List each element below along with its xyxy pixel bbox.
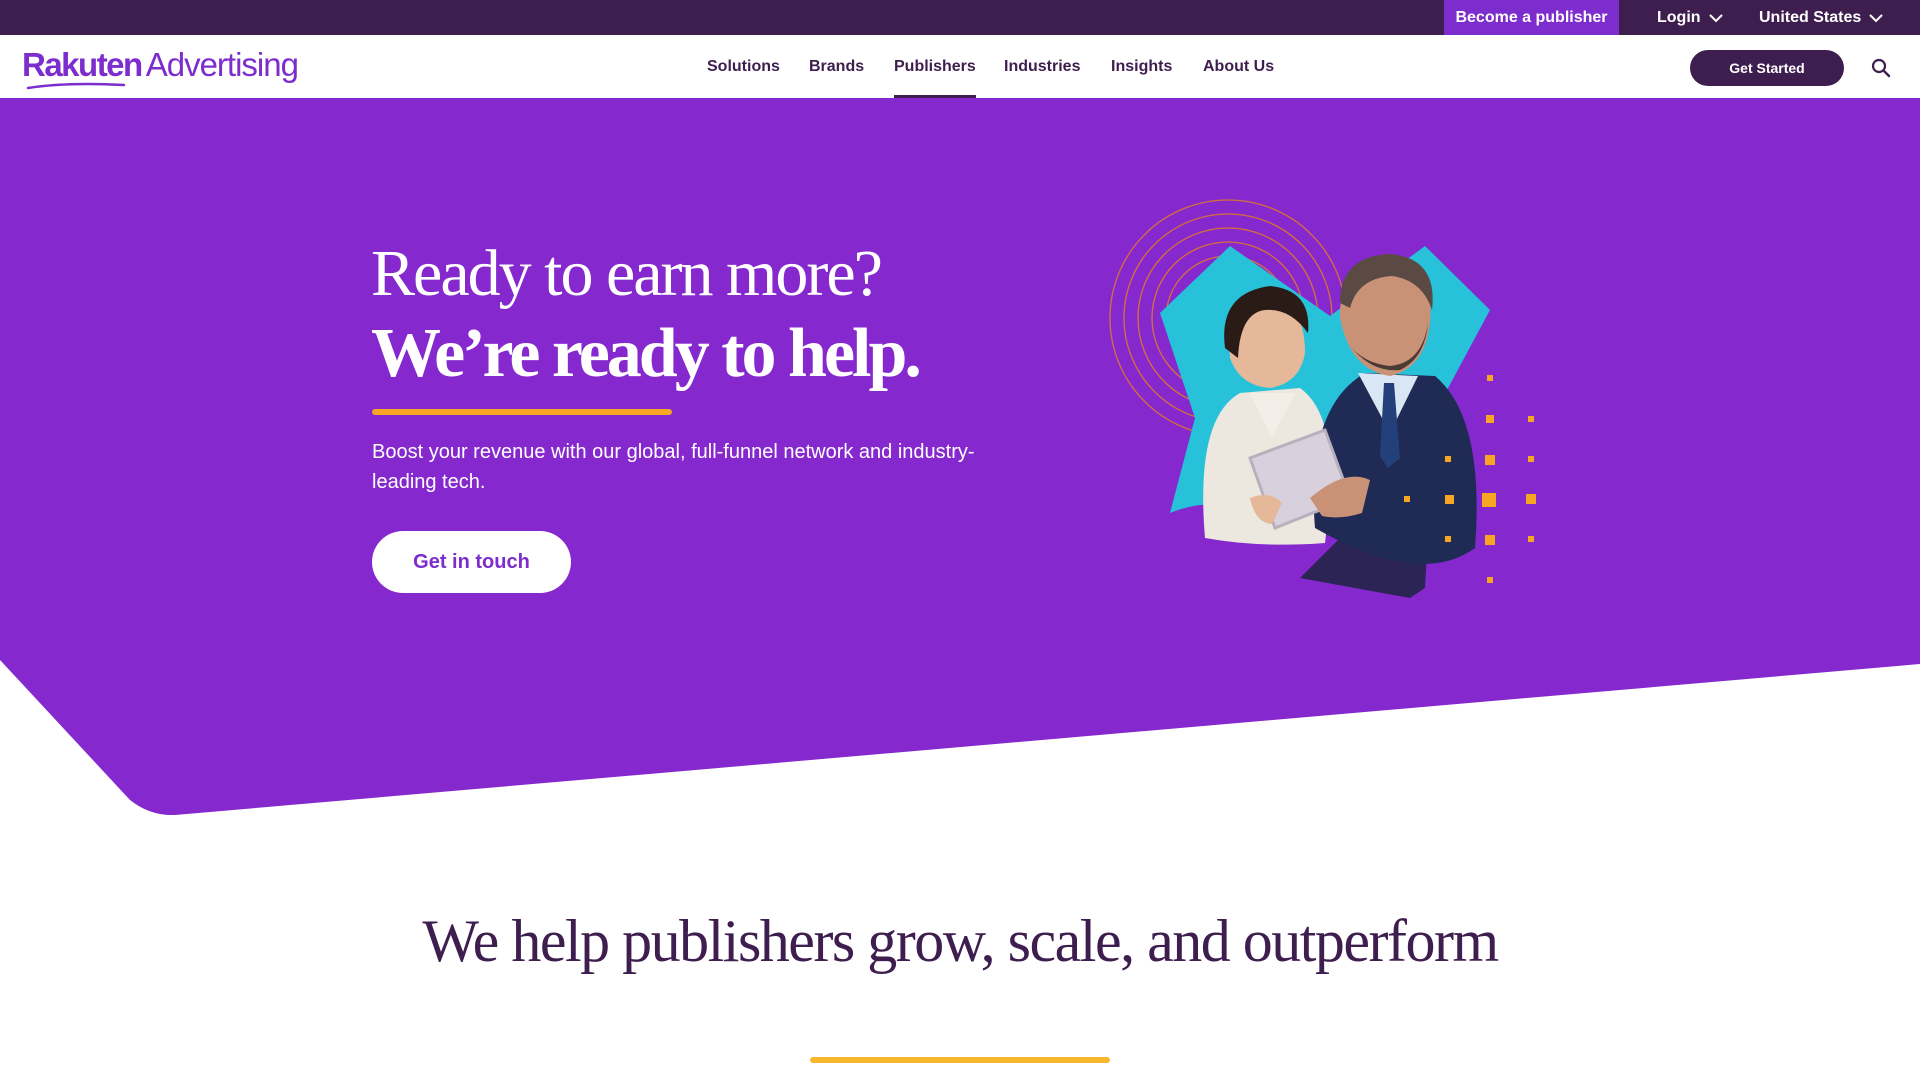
login-label: Login	[1657, 8, 1701, 26]
logo-advertising-text: Advertising	[145, 46, 299, 83]
section-title: We help publishers grow, scale, and outp…	[422, 908, 1499, 974]
hero-title-line2: We’re ready to help.	[371, 315, 922, 392]
hero-title: Ready to earn more? We’re ready to help.	[371, 233, 922, 393]
get-in-touch-button[interactable]: Get in touch	[372, 531, 571, 593]
nav-item-about-us[interactable]: About Us	[1203, 35, 1274, 98]
become-publisher-link[interactable]: Become a publisher	[1444, 0, 1619, 35]
logo-swoosh-icon	[26, 82, 126, 90]
chevron-down-icon	[1869, 13, 1883, 22]
nav-item-brands[interactable]: Brands	[809, 35, 864, 98]
hero-people-illustration	[1109, 199, 1536, 598]
utility-bar: Become a publisher Login United States	[0, 0, 1920, 35]
country-selector[interactable]: United States	[1759, 0, 1883, 35]
country-label: United States	[1759, 8, 1862, 26]
hero-underline-accent	[372, 409, 672, 415]
hero-section: Ready to earn more? We’re ready to help.…	[0, 98, 1920, 816]
search-icon[interactable]	[1870, 57, 1892, 79]
hero-body-text: Boost your revenue with our global, full…	[372, 441, 975, 493]
get-started-button[interactable]: Get Started	[1690, 50, 1844, 86]
logo-rakuten-text: Rakuten	[22, 46, 143, 83]
nav-item-publishers[interactable]: Publishers	[894, 35, 976, 98]
main-nav: Rakuten Advertising Solutions Brands Pub…	[0, 35, 1920, 98]
chevron-down-icon	[1708, 13, 1723, 22]
login-dropdown[interactable]: Login	[1657, 0, 1723, 35]
section-underline-accent	[810, 1057, 1110, 1063]
hero-title-line1: Ready to earn more?	[371, 237, 883, 310]
nav-item-industries[interactable]: Industries	[1004, 35, 1080, 98]
nav-item-insights[interactable]: Insights	[1111, 35, 1172, 98]
nav-item-solutions[interactable]: Solutions	[707, 35, 780, 98]
rakuten-advertising-logo[interactable]: Rakuten Advertising	[22, 46, 299, 86]
